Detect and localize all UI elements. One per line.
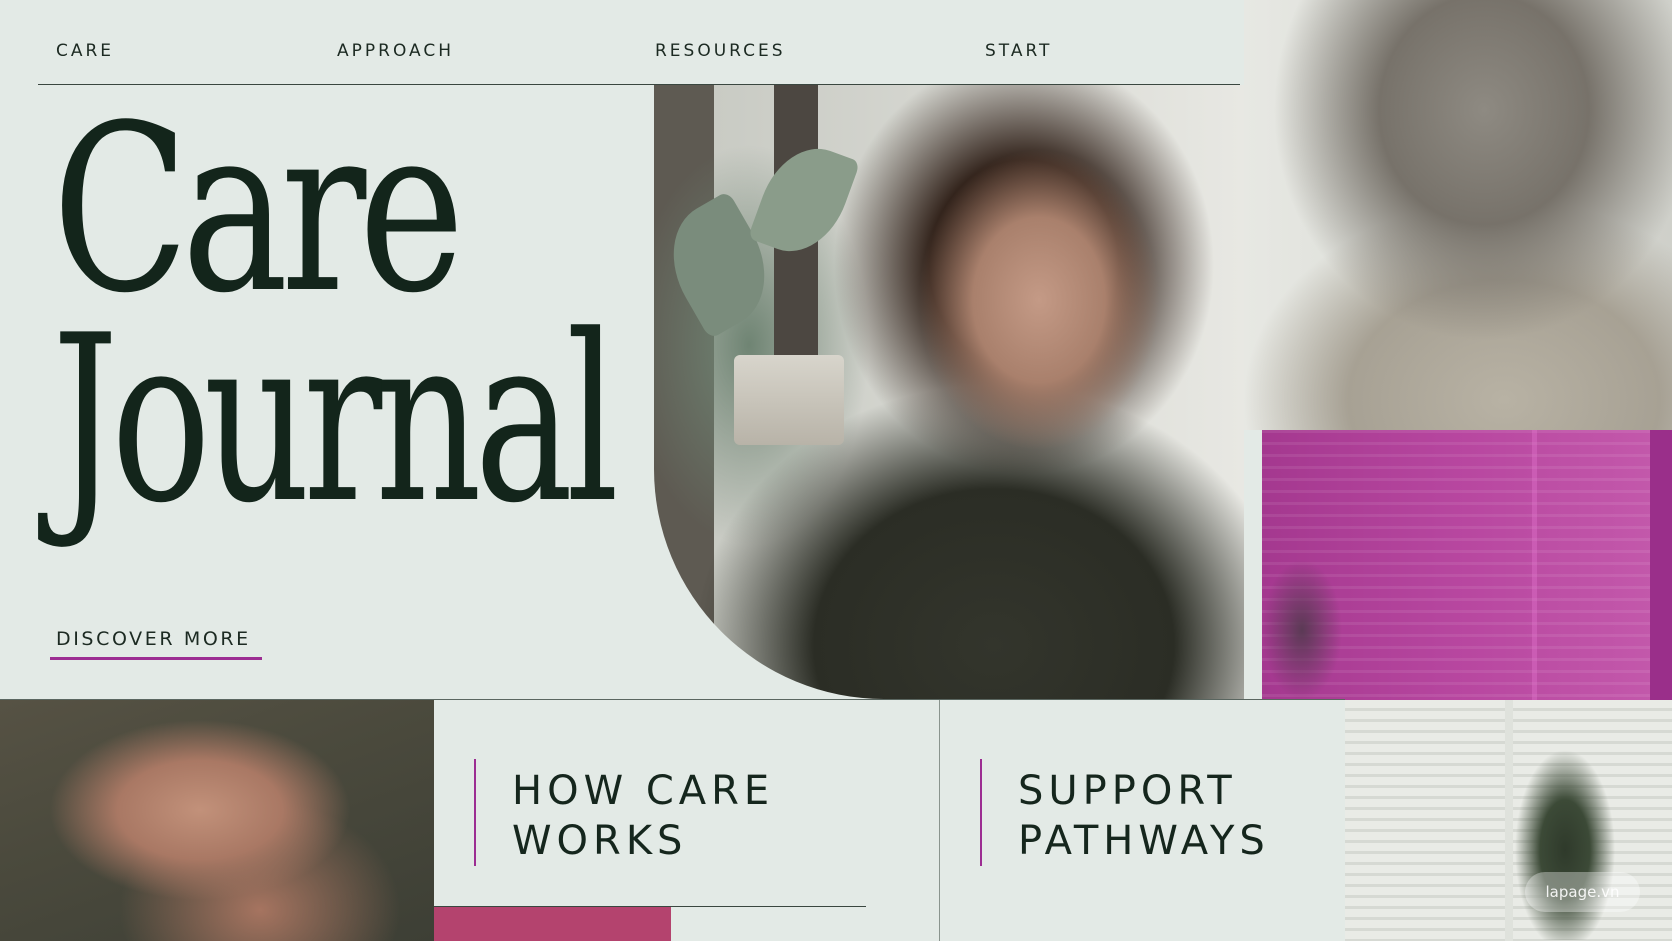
card-title-line-1: HOW CARE <box>512 768 775 814</box>
card-title-line-2: WORKS <box>512 818 688 864</box>
card-accent-bar <box>980 759 982 866</box>
older-woman-back-photo <box>1244 0 1672 430</box>
card-title-line-2: PATHWAYS <box>1018 818 1270 864</box>
card-title[interactable]: SUPPORT PATHWAYS <box>1018 766 1270 866</box>
watermark-logo: lapage.vn <box>1525 872 1640 912</box>
plant-silhouette <box>1262 550 1352 700</box>
card-title-line-1: SUPPORT <box>1018 768 1237 814</box>
hero-title-line-1: Care <box>52 77 465 344</box>
nav-link-resources[interactable]: RESOURCES <box>655 41 786 61</box>
discover-more-underline <box>50 657 262 660</box>
magenta-window-shadow-photo <box>1262 430 1672 700</box>
card-support-pathways[interactable]: SUPPORT PATHWAYS <box>939 700 1345 941</box>
discover-more-link[interactable]: DISCOVER MORE <box>56 628 251 650</box>
card-color-block <box>434 907 671 941</box>
nav-link-start[interactable]: START <box>985 41 1052 61</box>
wall-pillar <box>1650 430 1672 700</box>
card-title[interactable]: HOW CARE WORKS <box>512 766 774 866</box>
card-how-care-works[interactable]: HOW CARE WORKS <box>434 700 939 941</box>
nav-link-care[interactable]: CARE <box>56 41 114 61</box>
page: CARE APPROACH RESOURCES START Care Journ… <box>0 0 1672 941</box>
nav-link-approach[interactable]: APPROACH <box>337 41 454 61</box>
card-accent-bar <box>474 759 476 866</box>
hero-title: Care Journal <box>52 77 830 554</box>
holding-hands-photo <box>0 700 434 941</box>
hero-title-line-2: Journal <box>52 286 619 554</box>
